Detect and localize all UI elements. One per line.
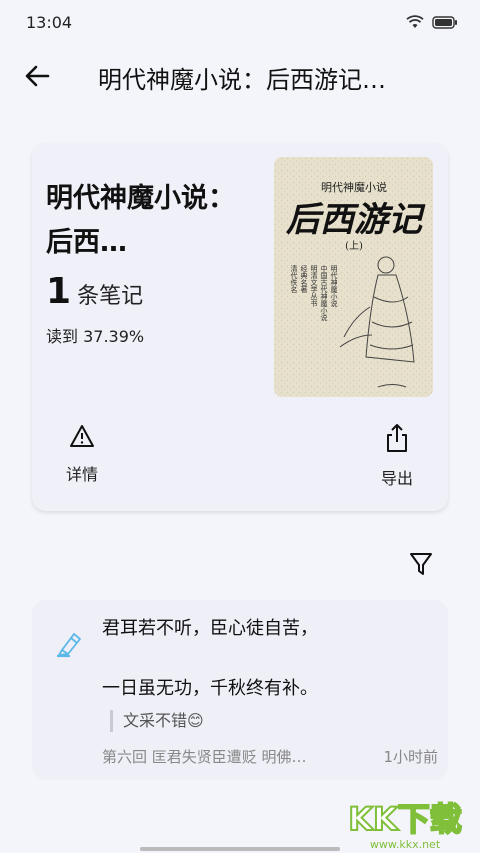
battery-icon xyxy=(432,15,457,29)
page-title: 明代神魔小说：后西游记… xyxy=(98,66,386,94)
cover-side-line: 中国古代神魔小说 xyxy=(320,264,328,322)
note-meta: 第六回 匡君失贤臣遭贬 明佛… 1小时前 xyxy=(102,746,438,767)
wifi-icon xyxy=(406,15,424,28)
export-button[interactable]: 导出 xyxy=(357,423,437,489)
note-excerpt: 君耳若不听，臣心徒自苦， 一日虽无功，千秋终有补。 xyxy=(102,618,318,699)
cover-side-line: 清代佚名 xyxy=(290,264,298,294)
note-comment: 文采不错😊 xyxy=(110,710,204,732)
warning-triangle-icon xyxy=(70,425,94,447)
status-bar: 13:04 xyxy=(0,0,480,46)
note-time: 1小时前 xyxy=(383,748,438,766)
cover-side-line: 明代神魔小说 xyxy=(330,265,338,308)
kk-download-watermark: KK下载 www.kkx.net xyxy=(347,799,463,851)
book-cover-art: 明代神魔小说 后西游记 (上) 中国古代神魔小说 明清文学丛书 经典名著 清代佚… xyxy=(274,157,433,397)
note-chapter: 第六回 匡君失贤臣遭贬 明佛… xyxy=(102,748,307,766)
home-indicator[interactable] xyxy=(140,847,340,851)
cover-side-line: 明清文学丛书 xyxy=(310,265,318,308)
app-header: 明代神魔小说：后西游记… xyxy=(0,46,480,106)
filter-icon[interactable] xyxy=(408,550,434,578)
cover-big-title: 后西游记 xyxy=(285,200,426,240)
arrow-left-icon[interactable] xyxy=(22,60,54,92)
note-card[interactable]: 君耳若不听，臣心徒自苦， 一日虽无功，千秋终有补。 文采不错😊 第六回 匡君失贤… xyxy=(32,600,448,780)
details-button[interactable]: 详情 xyxy=(42,423,122,485)
book-title: 明代神魔小说：后西… xyxy=(46,183,235,258)
highlighter-pen-icon xyxy=(57,633,81,658)
note-count-number: 1 xyxy=(46,271,72,312)
note-count-unit: 条笔记 xyxy=(77,284,144,309)
reading-progress: 读到 37.39% xyxy=(46,327,145,346)
note-count: 1 条笔记 xyxy=(46,271,143,312)
status-icons xyxy=(406,15,458,29)
cover-top-text: 明代神魔小说 xyxy=(321,180,387,194)
book-cover[interactable]: 明代神魔小说 后西游记 (上) 中国古代神魔小说 明清文学丛书 经典名著 清代佚… xyxy=(274,157,433,397)
watermark-logo: KK下载 xyxy=(348,800,462,838)
cover-side-line: 经典名著 xyxy=(300,264,308,294)
export-label: 导出 xyxy=(380,469,413,488)
book-card[interactable]: 明代神魔小说：后西… 1 条笔记 读到 37.39% 明代神魔小说 后西游记 (… xyxy=(32,143,448,511)
status-time: 13:04 xyxy=(26,13,73,32)
cover-volume: (上) xyxy=(345,240,363,252)
watermark-url: www.kkx.net xyxy=(370,838,441,851)
share-export-icon xyxy=(387,424,407,452)
details-label: 详情 xyxy=(65,465,98,484)
